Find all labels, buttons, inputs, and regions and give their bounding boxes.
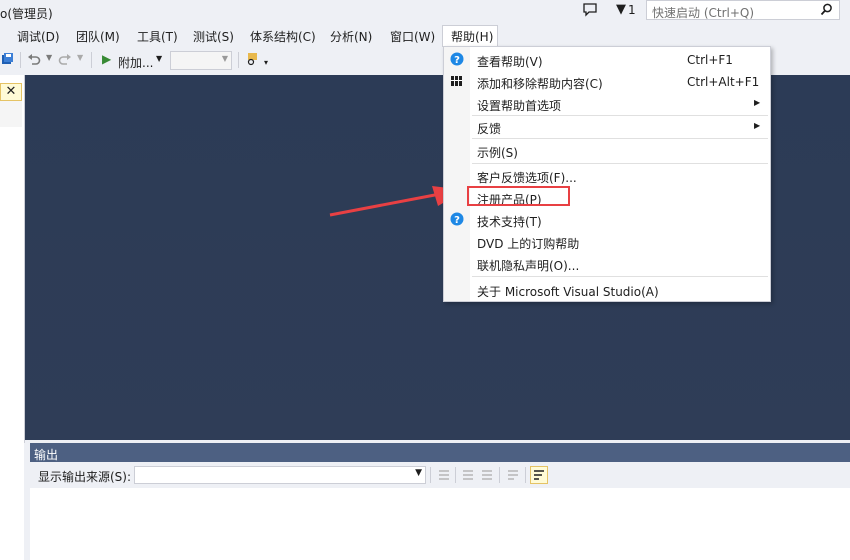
menu-item-shortcut: Ctrl+Alt+F1 xyxy=(687,75,760,89)
menu-architecture[interactable]: 体系结构(C) xyxy=(250,28,316,45)
menu-help[interactable]: 帮助(H) xyxy=(451,28,493,45)
menu-analyze[interactable]: 分析(N) xyxy=(330,28,372,45)
toggle-word-wrap-button[interactable] xyxy=(530,466,548,484)
notification-count[interactable]: 1 xyxy=(628,3,636,17)
output-source-label: 显示输出来源(S): xyxy=(38,470,132,484)
menu-item-label: 设置帮助首选项 xyxy=(477,99,562,113)
go-to-next-message-icon[interactable] xyxy=(461,468,475,482)
notification-flag-icon[interactable]: ▼ xyxy=(616,2,626,17)
menu-item-feedback[interactable]: 反馈 ▶ xyxy=(444,116,770,138)
menu-item-label: 技术支持(T) xyxy=(477,215,542,229)
menu-item-label: DVD 上的订购帮助 xyxy=(477,237,580,251)
quick-launch-placeholder: 快速启动 (Ctrl+Q) xyxy=(652,6,755,20)
help-circle-icon: ? xyxy=(450,212,464,226)
toolbar-separator xyxy=(430,467,431,483)
menu-item-label: 反馈 xyxy=(477,122,502,136)
word-wrap-icon[interactable] xyxy=(506,468,520,482)
find-in-files-icon[interactable] xyxy=(246,52,260,66)
menu-window[interactable]: 窗口(W) xyxy=(390,28,435,45)
search-icon xyxy=(820,3,832,16)
save-all-icon[interactable] xyxy=(1,52,15,66)
clear-all-icon[interactable] xyxy=(480,468,494,482)
toolbar-separator xyxy=(238,52,239,68)
left-tool-window xyxy=(0,75,25,560)
toolbar-separator xyxy=(499,467,500,483)
toolbar-separator xyxy=(455,467,456,483)
menu-item-label: 联机隐私声明(O)... xyxy=(477,259,580,273)
solution-config-combo[interactable]: ▼ xyxy=(170,51,232,70)
register-product-highlight xyxy=(467,186,570,206)
output-title: 输出 xyxy=(34,448,59,462)
library-icon xyxy=(451,76,462,86)
go-to-previous-message-icon[interactable] xyxy=(437,468,451,482)
toolbar-separator xyxy=(525,467,526,483)
quick-launch-input[interactable]: 快速启动 (Ctrl+Q) xyxy=(646,0,840,20)
menu-item-customer-feedback-options[interactable]: 客户反馈选项(F)... xyxy=(444,165,770,187)
chevron-down-icon: ▼ xyxy=(415,468,422,478)
menu-item-label: 示例(S) xyxy=(477,146,518,160)
menu-item-label: 添加和移除帮助内容(C) xyxy=(477,77,603,91)
menu-item-label: 关于 Microsoft Visual Studio(A) xyxy=(477,285,659,299)
undo-icon[interactable] xyxy=(26,52,42,68)
undo-dropdown-icon[interactable]: ▼ xyxy=(46,53,52,62)
menu-item-label: 查看帮助(V) xyxy=(477,55,543,69)
menu-item-technical-support[interactable]: ? 技术支持(T) xyxy=(444,209,770,231)
menu-separator xyxy=(472,276,768,277)
redo-dropdown-icon[interactable]: ▼ xyxy=(77,53,83,62)
svg-text:?: ? xyxy=(454,55,460,66)
menu-item-samples[interactable]: 示例(S) xyxy=(444,140,770,162)
left-tool-window-header xyxy=(0,101,22,127)
output-toolbar: 显示输出来源(S): ▼ xyxy=(30,462,850,488)
menu-item-about[interactable]: 关于 Microsoft Visual Studio(A) xyxy=(444,279,770,301)
word-wrap-active-icon xyxy=(534,470,544,480)
help-circle-icon: ? xyxy=(450,52,464,66)
attach-button[interactable]: 附加... xyxy=(118,54,153,71)
start-play-icon[interactable]: ▶ xyxy=(102,52,111,66)
submenu-arrow-icon: ▶ xyxy=(754,98,761,107)
close-icon[interactable]: ✕ xyxy=(0,83,22,101)
attach-dropdown-icon[interactable]: ▼ xyxy=(156,54,162,63)
combo-arrow-icon: ▼ xyxy=(221,54,228,63)
menu-separator xyxy=(472,138,768,139)
submenu-arrow-icon: ▶ xyxy=(754,121,761,130)
toolbar-separator xyxy=(20,52,21,68)
menu-tools[interactable]: 工具(T) xyxy=(137,28,178,45)
feedback-icon[interactable] xyxy=(582,3,598,17)
menu-item-label: 客户反馈选项(F)... xyxy=(477,171,577,185)
menu-team[interactable]: 团队(M) xyxy=(76,28,120,45)
window-title: o(管理员) xyxy=(0,7,53,21)
toolbar-overflow-icon[interactable]: ▾ xyxy=(264,58,268,67)
menu-item-view-help[interactable]: ? 查看帮助(V) Ctrl+F1 xyxy=(444,49,770,71)
menu-debug[interactable]: 调试(D) xyxy=(17,28,60,45)
menu-item-help-preferences[interactable]: 设置帮助首选项 ▶ xyxy=(444,93,770,115)
help-menu-dropdown: ? 查看帮助(V) Ctrl+F1 添加和移除帮助内容(C) Ctrl+Alt+… xyxy=(443,46,771,302)
output-text-area[interactable] xyxy=(30,488,850,560)
menu-item-privacy-statement[interactable]: 联机隐私声明(O)... xyxy=(444,253,770,275)
menu-test[interactable]: 测试(S) xyxy=(193,28,234,45)
menu-item-shortcut: Ctrl+F1 xyxy=(687,53,733,67)
menu-separator xyxy=(472,163,768,164)
menu-item-add-remove-help[interactable]: 添加和移除帮助内容(C) Ctrl+Alt+F1 xyxy=(444,71,770,93)
menu-item-order-help-dvd[interactable]: DVD 上的订购帮助 xyxy=(444,231,770,253)
output-source-select[interactable]: ▼ xyxy=(134,466,426,484)
svg-text:?: ? xyxy=(454,215,460,226)
toolbar-separator xyxy=(91,52,92,68)
output-header: 输出 xyxy=(30,443,850,462)
redo-icon[interactable] xyxy=(57,52,73,68)
